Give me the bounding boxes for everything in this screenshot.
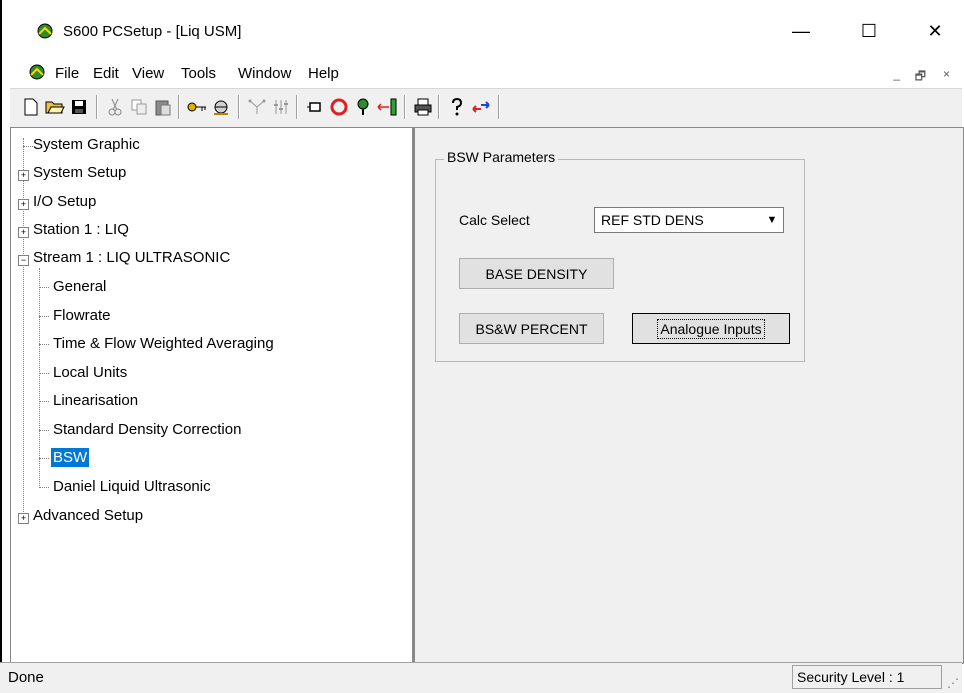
tree-item-system-graphic[interactable]: System Graphic	[33, 136, 140, 153]
expand-toggle[interactable]: +	[18, 513, 29, 524]
bsw-parameters-panel: BSW Parameters Calc Select REF STD DENS …	[414, 127, 964, 664]
new-icon[interactable]	[20, 95, 42, 119]
chevron-down-icon[interactable]: ▼	[762, 209, 782, 231]
close-button[interactable]: ✕	[912, 16, 958, 46]
calc-select-label: Calc Select	[459, 212, 530, 228]
calc-select-dropdown[interactable]: REF STD DENS ▼	[594, 207, 784, 233]
mdi-close-button[interactable]: ×	[943, 67, 950, 81]
security-level-text: Security Level : 1	[797, 669, 905, 685]
base-density-button[interactable]: BASE DENSITY	[459, 258, 614, 289]
help-icon[interactable]	[446, 95, 468, 119]
bsw-percent-button[interactable]: BS&W PERCENT	[459, 313, 604, 344]
tree-connector	[39, 401, 49, 403]
menu-view[interactable]: View	[132, 65, 164, 82]
tree-item-averaging[interactable]: Time & Flow Weighted Averaging	[53, 335, 274, 352]
analogue-inputs-button[interactable]: Analogue Inputs	[632, 313, 790, 344]
tree-connector	[39, 316, 49, 318]
toolbar	[10, 88, 962, 128]
tree-item-local-units[interactable]: Local Units	[53, 364, 127, 381]
key-icon[interactable]	[186, 95, 208, 119]
status-bar: Done Security Level : 1 ⋰	[0, 662, 962, 693]
tree-item-station-1[interactable]: Station 1 : LIQ	[33, 221, 129, 238]
menu-file[interactable]: File	[55, 65, 79, 82]
tree-connector	[39, 344, 49, 346]
sliders-icon[interactable]	[270, 95, 292, 119]
tree-item-bsw[interactable]: BSW	[51, 448, 90, 467]
tree-connector	[23, 146, 33, 148]
title-bar: S600 PCSetup - [Liq USM] — ☐ ✕	[10, 12, 962, 46]
navigation-tree: System Graphic + System Setup + I/O Setu…	[10, 127, 414, 664]
security-level-panel: Security Level : 1	[792, 665, 942, 689]
tree-item-stream-1[interactable]: Stream 1 : LIQ ULTRASONIC	[33, 249, 230, 266]
pin-icon[interactable]	[352, 95, 374, 119]
paste-icon[interactable]	[152, 95, 174, 119]
window-title: S600 PCSetup - [Liq USM]	[63, 23, 242, 40]
hierarchy-icon[interactable]	[246, 95, 268, 119]
group-title: BSW Parameters	[444, 149, 559, 165]
tree-connector	[39, 287, 49, 289]
tree-item-daniel-ultrasonic[interactable]: Daniel Liquid Ultrasonic	[53, 478, 211, 495]
tree-item-general[interactable]: General	[53, 278, 106, 295]
toolbar-separator	[404, 95, 406, 119]
toolbar-separator	[296, 95, 298, 119]
tree-connector	[39, 430, 49, 432]
calc-select-value: REF STD DENS	[601, 212, 704, 228]
open-icon[interactable]	[44, 95, 66, 119]
toolbar-separator	[238, 95, 240, 119]
mdi-minimize-button[interactable]: _	[893, 67, 900, 81]
tree-item-system-setup[interactable]: System Setup	[33, 164, 126, 181]
tree-item-flowrate[interactable]: Flowrate	[53, 307, 111, 324]
menu-bar: File Edit View Tools Window Help _ 🗗 ×	[10, 58, 962, 88]
save-icon[interactable]	[68, 95, 90, 119]
minimize-box-icon[interactable]	[304, 95, 326, 119]
tree-item-linearisation[interactable]: Linearisation	[53, 392, 138, 409]
transfer-icon[interactable]	[376, 95, 398, 119]
print-icon[interactable]	[412, 95, 434, 119]
stop-icon[interactable]	[328, 95, 350, 119]
expand-toggle[interactable]: +	[18, 227, 29, 238]
tree-connector	[39, 268, 41, 488]
status-text: Done	[8, 669, 44, 686]
minimize-button[interactable]: —	[778, 16, 824, 46]
resize-grip-icon[interactable]: ⋰	[947, 676, 959, 690]
expand-toggle[interactable]: +	[18, 199, 29, 210]
toolbar-separator	[96, 95, 98, 119]
tree-item-advanced-setup[interactable]: Advanced Setup	[33, 507, 143, 524]
toolbar-separator	[178, 95, 180, 119]
tree-connector	[39, 458, 49, 460]
app-logo-icon	[37, 23, 53, 39]
expand-toggle[interactable]: +	[18, 170, 29, 181]
swap-icon[interactable]	[470, 95, 492, 119]
maximize-button[interactable]: ☐	[846, 16, 892, 46]
toolbar-separator	[438, 95, 440, 119]
tree-connector	[39, 487, 49, 489]
application-window: S600 PCSetup - [Liq USM] — ☐ ✕ File Edit…	[0, 0, 964, 690]
tree-connector	[39, 373, 49, 375]
tree-item-io-setup[interactable]: I/O Setup	[33, 193, 96, 210]
cut-icon[interactable]	[104, 95, 126, 119]
document-icon[interactable]	[28, 63, 46, 81]
menu-help[interactable]: Help	[308, 65, 339, 82]
menu-window[interactable]: Window	[238, 65, 291, 82]
mdi-restore-button[interactable]: 🗗	[915, 67, 926, 88]
menu-tools[interactable]: Tools	[181, 65, 216, 82]
connect-icon[interactable]	[210, 95, 232, 119]
menu-edit[interactable]: Edit	[93, 65, 119, 82]
tree-connector	[23, 138, 25, 522]
bsw-parameters-group: BSW Parameters Calc Select REF STD DENS …	[435, 149, 805, 362]
toolbar-separator	[498, 95, 500, 119]
copy-icon[interactable]	[128, 95, 150, 119]
collapse-toggle[interactable]: −	[18, 255, 29, 266]
tree-item-density-correction[interactable]: Standard Density Correction	[53, 421, 241, 438]
